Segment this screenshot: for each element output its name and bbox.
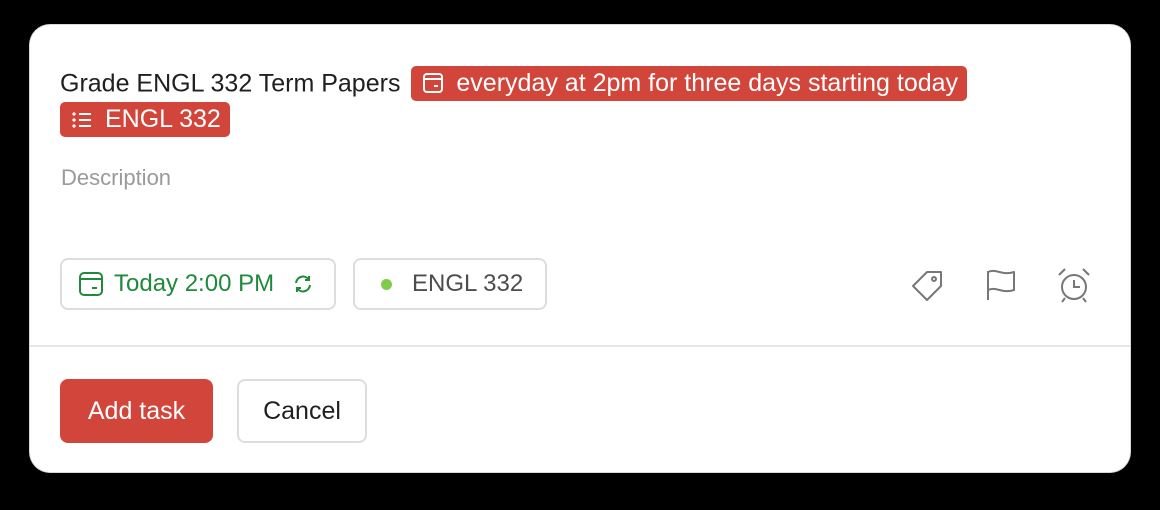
add-task-button[interactable]: Add task — [60, 379, 213, 443]
tag-icon[interactable] — [909, 266, 947, 304]
schedule-chip-label: everyday at 2pm for three days starting … — [456, 69, 959, 98]
cancel-button[interactable]: Cancel — [237, 379, 367, 443]
project-color-dot — [381, 278, 392, 290]
project-select-button[interactable]: ENGL 332 — [353, 258, 547, 310]
list-icon — [72, 111, 91, 128]
task-title-text: Grade ENGL 332 Term Papers — [60, 69, 401, 98]
schedule-chip[interactable]: everyday at 2pm for three days starting … — [411, 65, 968, 101]
recurring-icon — [295, 275, 312, 293]
description-input[interactable]: Description — [61, 165, 171, 191]
due-date-button[interactable]: Today 2:00 PM — [60, 258, 336, 310]
calendar-icon — [423, 73, 444, 94]
divider — [30, 345, 1130, 347]
project-chip-label: ENGL 332 — [105, 105, 221, 133]
alarm-clock-icon[interactable] — [1055, 266, 1093, 304]
project-chip[interactable]: ENGL 332 — [60, 102, 230, 137]
calendar-icon — [79, 272, 103, 296]
add-task-dialog: Grade ENGL 332 Term Papers everyday at 2… — [30, 25, 1130, 472]
flag-icon[interactable] — [982, 266, 1020, 304]
task-title-input[interactable]: Grade ENGL 332 Term Papers everyday at 2… — [60, 59, 1100, 106]
project-select-label: ENGL 332 — [412, 270, 524, 297]
due-date-label: Today 2:00 PM — [114, 270, 275, 297]
